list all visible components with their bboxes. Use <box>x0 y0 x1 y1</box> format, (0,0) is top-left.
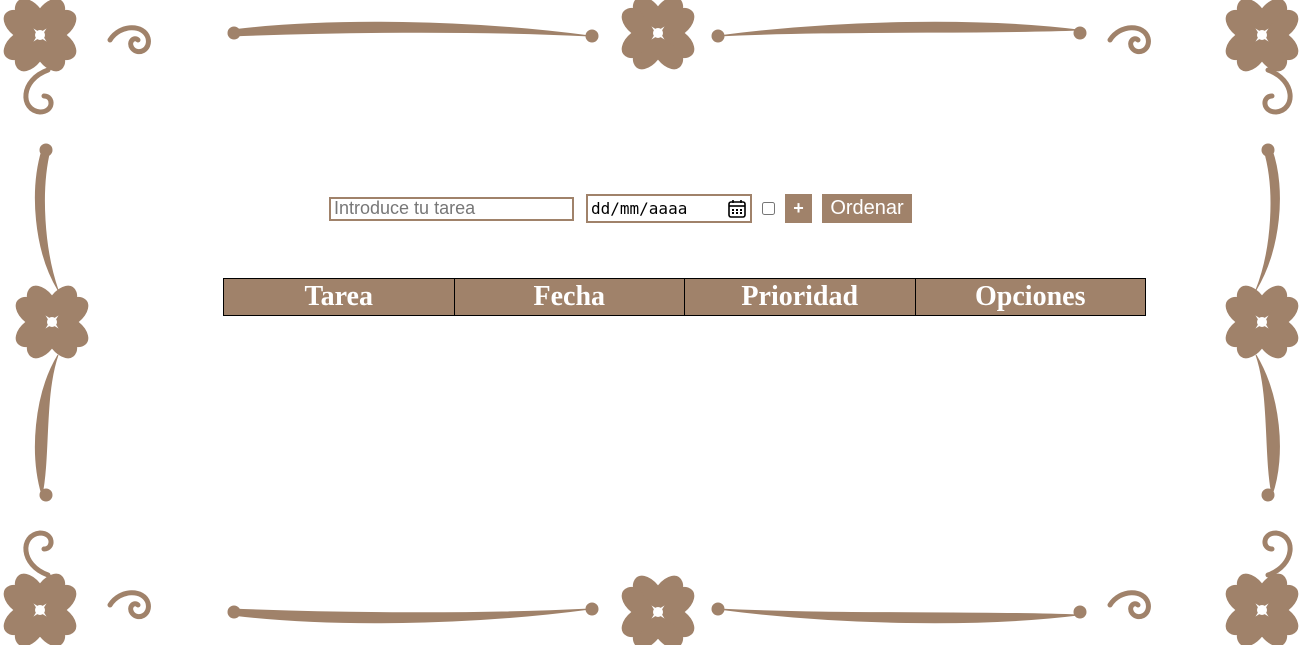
task-form: dd/mm/aaaa + Ordenar <box>329 194 912 223</box>
ornament-right-middle-clover <box>1225 285 1299 359</box>
ornament-left-middle-clover <box>15 285 89 359</box>
ornament-right-lower-vine <box>1255 354 1280 497</box>
column-header-priority: Prioridad <box>684 278 916 316</box>
sort-button[interactable]: Ordenar <box>822 194 912 223</box>
ornament-top-left-vine <box>231 21 591 37</box>
ornament-bottom-left-swirl <box>110 593 148 617</box>
ornament-top-left-clover <box>3 0 77 72</box>
ornament-left-lower-vine <box>34 354 59 496</box>
ornament-bottom-right-vine <box>717 608 1079 624</box>
ornament-top-center-clover <box>621 0 695 70</box>
date-input-value: dd/mm/aaaa <box>591 199 688 218</box>
ornament-top-right-clover <box>1225 0 1299 72</box>
column-header-options: Opciones <box>914 278 1146 316</box>
date-input[interactable]: dd/mm/aaaa <box>586 194 752 223</box>
task-table: Tarea Fecha Prioridad Opciones <box>223 278 1146 316</box>
ornament-bottom-right-clover <box>1225 573 1299 645</box>
add-task-button[interactable]: + <box>785 194 812 223</box>
ornament-right-upper-vine <box>1255 149 1280 291</box>
decorative-frame <box>3 0 1299 645</box>
ornament-top-right-vine <box>717 21 1079 37</box>
ornament-left-upper-vine <box>34 149 59 291</box>
ornament-bottom-right-swirl <box>1110 593 1148 617</box>
ornament-bottom-center-clover <box>621 575 695 645</box>
ornament-top-left-swirl <box>110 28 148 52</box>
ornament-top-right-swirl <box>1110 28 1148 52</box>
column-header-date: Fecha <box>453 278 685 316</box>
task-input[interactable] <box>329 196 574 221</box>
priority-checkbox[interactable] <box>762 202 775 215</box>
column-header-task: Tarea <box>223 278 455 316</box>
ornament-bottom-left-clover <box>3 573 77 645</box>
calendar-icon[interactable] <box>727 199 747 219</box>
table-header-row: Tarea Fecha Prioridad Opciones <box>223 278 1146 316</box>
ornament-bottom-left-vine <box>231 608 591 624</box>
